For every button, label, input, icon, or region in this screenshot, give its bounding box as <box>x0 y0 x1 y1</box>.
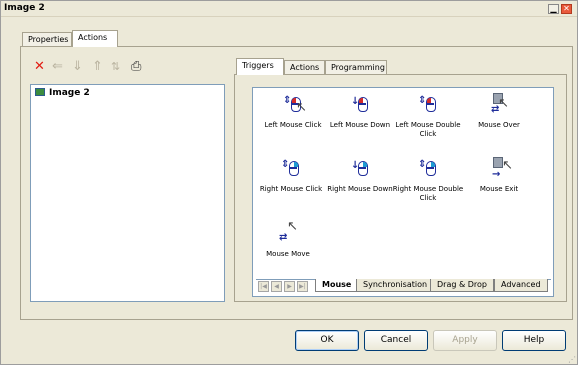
mouse-left-click-icon: ⇕ ↖ <box>283 95 307 115</box>
nav-next-button[interactable]: ▶ <box>284 281 295 292</box>
trigger-right-mouse-click[interactable]: ⇕ Right Mouse Click <box>255 155 327 194</box>
object-list[interactable]: Image 2 <box>30 84 225 302</box>
trigger-mouse-over[interactable]: ↖ ⇄ Mouse Over <box>463 91 535 130</box>
trigger-left-mouse-click[interactable]: ⇕ ↖ Left Mouse Click <box>257 91 329 130</box>
mouse-left-double-click-icon: ⇕ <box>417 91 439 117</box>
nav-prev-button[interactable]: ◀ <box>271 281 282 292</box>
nav-last-button[interactable]: ▶| <box>297 281 308 292</box>
trigger-left-mouse-double-click[interactable]: ⇕ Left Mouse Double Click <box>392 91 464 139</box>
window-title: Image 2 <box>4 3 45 13</box>
mouse-right-click-icon: ⇕ <box>280 155 302 181</box>
delete-icon[interactable]: ✕ <box>34 60 45 73</box>
mouse-left-down-icon: ↓ <box>349 91 371 117</box>
tab-actions[interactable]: Actions <box>72 30 118 47</box>
move-up-icon[interactable]: ⇑ <box>92 60 103 73</box>
title-bar: Image 2 ▁ ✕ <box>1 1 577 17</box>
tab-synchronisation[interactable]: Synchronisation <box>356 279 435 292</box>
trigger-label: Mouse Move <box>266 250 310 258</box>
trigger-label: Mouse Over <box>478 121 520 129</box>
trigger-mouse-move[interactable]: ↖ ⇄ Mouse Move <box>252 220 324 259</box>
tab-advanced[interactable]: Advanced <box>494 279 548 292</box>
trigger-label: Left Mouse Double Click <box>395 121 461 138</box>
trigger-right-mouse-down[interactable]: ↓ Right Mouse Down <box>324 155 396 194</box>
trigger-label: Left Mouse Click <box>264 121 322 129</box>
move-down-icon[interactable]: ⇓ <box>72 60 83 73</box>
trigger-label: Right Mouse Down <box>327 185 393 193</box>
tab-programming[interactable]: Programming <box>325 60 387 75</box>
trigger-label: Right Mouse Double Click <box>392 185 464 202</box>
close-button[interactable]: ✕ <box>561 4 572 14</box>
list-item[interactable]: Image 2 <box>35 88 90 98</box>
minimize-button[interactable]: ▁ <box>548 4 559 14</box>
list-item-label: Image 2 <box>49 88 90 98</box>
tab-mouse[interactable]: Mouse <box>315 279 359 292</box>
image-icon <box>35 88 45 96</box>
trigger-label: Right Mouse Click <box>259 185 323 193</box>
trigger-left-mouse-down[interactable]: ↓ Left Mouse Down <box>324 91 396 130</box>
tab-triggers[interactable]: Triggers <box>236 58 284 75</box>
swap-icon[interactable]: ⇅ <box>111 60 120 73</box>
cancel-button[interactable]: Cancel <box>364 330 428 351</box>
tab-drag-drop[interactable]: Drag & Drop <box>430 279 494 292</box>
tab-properties[interactable]: Properties <box>22 32 72 47</box>
trigger-label: Mouse Exit <box>479 185 519 193</box>
print-icon[interactable]: ⎙ <box>131 60 141 73</box>
tab-inner-actions[interactable]: Actions <box>284 60 325 75</box>
trigger-mouse-exit[interactable]: ↖ → Mouse Exit <box>463 155 535 194</box>
trigger-label: Left Mouse Down <box>329 121 391 129</box>
mouse-right-down-icon: ↓ <box>349 155 371 181</box>
apply-button[interactable]: Apply <box>433 330 497 351</box>
resize-grip-icon[interactable]: ⋰ <box>568 355 576 364</box>
mouse-right-double-click-icon: ⇕ <box>417 155 439 181</box>
nav-first-button[interactable]: |◀ <box>258 281 269 292</box>
move-left-icon[interactable]: ⇐ <box>52 60 63 73</box>
ok-button[interactable]: OK <box>295 330 359 351</box>
mouse-over-icon: ↖ ⇄ <box>488 91 510 117</box>
mouse-move-icon: ↖ ⇄ <box>279 219 298 243</box>
help-button[interactable]: Help <box>502 330 566 351</box>
mouse-exit-icon: ↖ → <box>492 157 513 180</box>
trigger-right-mouse-double-click[interactable]: ⇕ Right Mouse Double Click <box>392 155 464 203</box>
